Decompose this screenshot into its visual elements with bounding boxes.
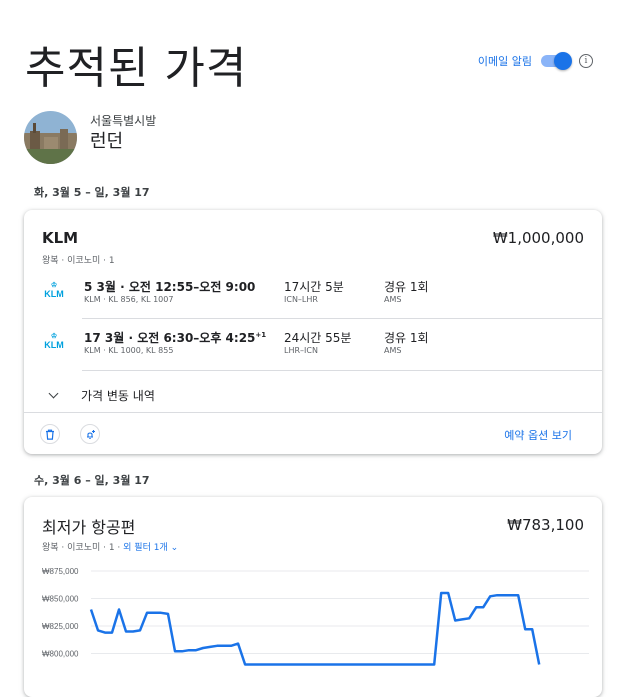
leg-airports: LHR–ICN (284, 346, 318, 355)
divider (24, 412, 602, 413)
trash-icon (46, 429, 54, 440)
leg-time: 5 3월 · 오전 12:55–오전 9:00 (84, 280, 256, 294)
info-icon[interactable]: i (579, 54, 593, 68)
y-tick-label: ₩850,000 (42, 595, 79, 604)
trip-meta: 왕복 · 이코노미 · 1 · 외 필터 1개 ⌄ (42, 543, 179, 553)
leg-via: AMS (384, 346, 402, 355)
price: ₩1,000,000 (492, 229, 584, 247)
flight-leg: ♔ KLM 17 3월 · 오전 6:30–오후 4:25+1 KLM · KL … (24, 320, 602, 368)
trip-dates: 화, 3월 5 – 일, 3월 17 (34, 186, 150, 199)
leg-time: 17 3월 · 오전 6:30–오후 4:25+1 (84, 331, 267, 345)
trip-dates: 수, 3월 6 – 일, 3월 17 (34, 474, 150, 487)
y-tick-label: ₩800,000 (42, 650, 79, 659)
page-title: 추적된 가격 (25, 43, 248, 94)
leg-flights: KLM · KL 1000, KL 855 (84, 346, 174, 355)
leg-duration: 24시간 55분 (284, 331, 352, 345)
destination-image (24, 111, 77, 164)
email-alert: 이메일 알림 i (477, 52, 593, 70)
trip-meta: 왕복 · 이코노미 · 1 (42, 256, 115, 266)
leg-airports: ICN–LHR (284, 295, 318, 304)
email-alert-label: 이메일 알림 (477, 55, 532, 68)
price-chart: ₩875,000 ₩850,000 ₩825,000 ₩800,000 (42, 567, 589, 666)
y-tick-label: ₩825,000 (42, 622, 79, 631)
leg-stops: 경유 1회 (384, 331, 429, 345)
flight-leg: ♔ KLM 5 3월 · 오전 12:55–오전 9:00 KLM · KL 85… (24, 269, 602, 317)
y-tick-label: ₩875,000 (42, 567, 79, 576)
filter-link[interactable]: 외 필터 1개 (123, 543, 168, 553)
delete-button[interactable] (40, 424, 60, 444)
email-alert-toggle[interactable] (541, 52, 572, 70)
klm-logo: ♔ KLM (44, 333, 64, 350)
tracked-flight-card: KLM ₩1,000,000 왕복 · 이코노미 · 1 ♔ KLM 5 3월 ·… (24, 210, 602, 454)
price-history-toggle[interactable]: 가격 변동 내역 (44, 387, 155, 404)
toggle-knob[interactable] (554, 52, 572, 70)
price-history-label: 가격 변동 내역 (81, 389, 155, 403)
card-title: 최저가 항공편 (42, 518, 136, 537)
leg-via: AMS (384, 295, 402, 304)
price: ₩783,100 (507, 516, 584, 534)
divider (82, 370, 602, 371)
tracked-flight-card: 최저가 항공편 ₩783,100 왕복 · 이코노미 · 1 · 외 필터 1개… (24, 497, 602, 697)
leg-flights: KLM · KL 856, KL 1007 (84, 295, 174, 304)
leg-stops: 경유 1회 (384, 280, 429, 294)
divider (82, 318, 602, 319)
klm-logo: ♔ KLM (44, 282, 64, 299)
booking-options-link[interactable]: 예약 옵션 보기 (504, 427, 572, 443)
share-alert-button[interactable] (80, 424, 100, 444)
route-destination: 런던 (90, 131, 124, 152)
bell-plus-icon (86, 429, 95, 439)
leg-duration: 17시간 5분 (284, 280, 344, 294)
airline-name: KLM (42, 229, 79, 247)
chevron-down-icon[interactable]: ⌄ (168, 543, 179, 553)
chevron-down-icon (48, 388, 59, 399)
